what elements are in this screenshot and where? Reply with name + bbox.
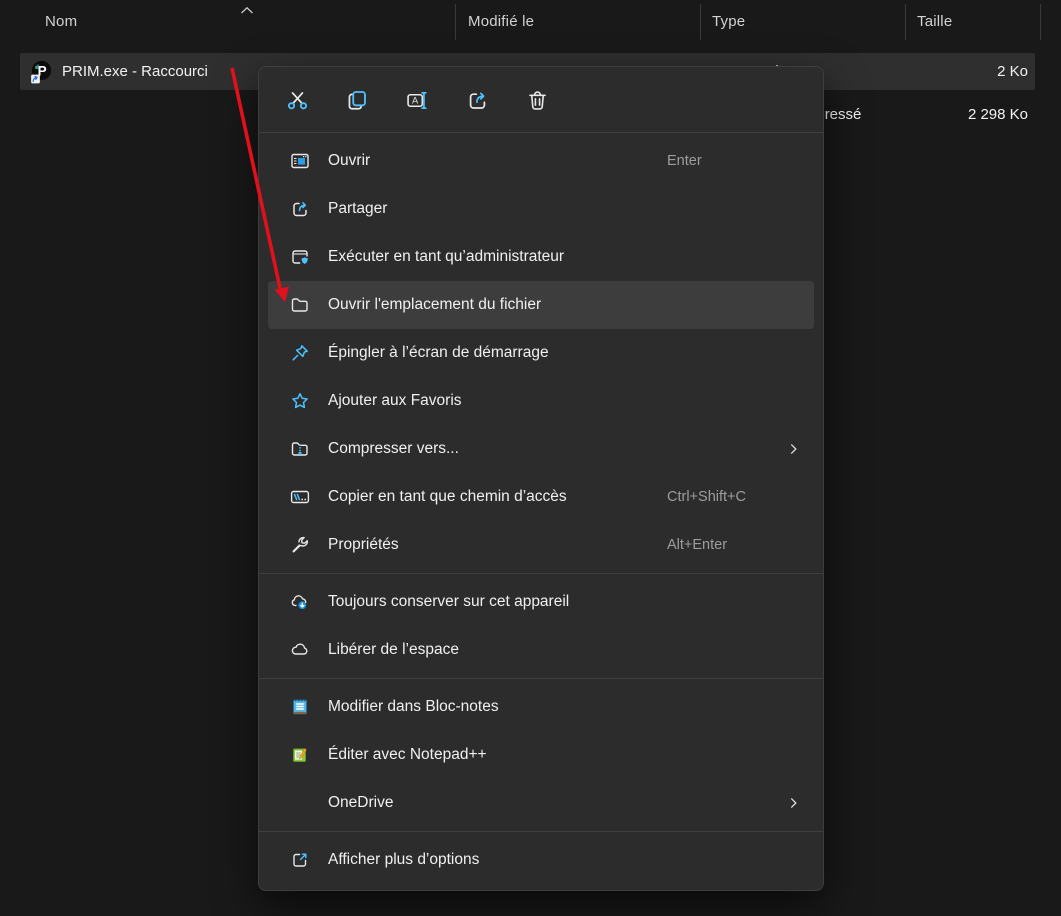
menu-item-compresser-vers[interactable]: Compresser vers... bbox=[268, 425, 814, 473]
menu-item-label: Ouvrir bbox=[328, 152, 370, 170]
file-explorer-view: Nom Modifié le Type Taille P PRIM.exe - … bbox=[0, 0, 1061, 916]
menu-item-label: Propriétés bbox=[328, 536, 399, 554]
notepad-plus-plus-icon bbox=[290, 745, 310, 765]
zip-folder-icon bbox=[290, 439, 310, 459]
cut-button[interactable] bbox=[276, 80, 318, 120]
svg-text:A: A bbox=[411, 95, 418, 105]
menu-group-apps: Modifier dans Bloc-notes Éditer avec Not… bbox=[259, 683, 823, 827]
menu-separator bbox=[259, 678, 823, 679]
menu-item-ouvrir[interactable]: Ouvrir Enter bbox=[268, 137, 814, 185]
share-button[interactable] bbox=[456, 80, 498, 120]
column-divider[interactable] bbox=[905, 4, 906, 40]
menu-item-ajouter-favoris[interactable]: Ajouter aux Favoris bbox=[268, 377, 814, 425]
icon-placeholder bbox=[290, 793, 310, 813]
menu-item-label: Compresser vers... bbox=[328, 440, 459, 458]
menu-item-editer-notepadpp[interactable]: Éditer avec Notepad++ bbox=[268, 731, 814, 779]
menu-item-liberer-espace[interactable]: Libérer de l’espace bbox=[268, 626, 814, 674]
menu-item-label: Partager bbox=[328, 200, 387, 218]
column-divider[interactable] bbox=[1040, 4, 1041, 40]
rename-button[interactable]: A bbox=[396, 80, 438, 120]
admin-shield-icon bbox=[290, 247, 310, 267]
column-header-type[interactable]: Type bbox=[712, 13, 745, 30]
folder-icon bbox=[290, 295, 310, 315]
menu-item-label: Exécuter en tant qu’administrateur bbox=[328, 248, 564, 266]
menu-item-ouvrir-emplacement[interactable]: Ouvrir l'emplacement du fichier bbox=[268, 281, 814, 329]
sort-ascending-icon bbox=[240, 2, 254, 20]
menu-item-modifier-bloc-notes[interactable]: Modifier dans Bloc-notes bbox=[268, 683, 814, 731]
file-name: PRIM.exe - Raccourci bbox=[62, 53, 208, 90]
wrench-icon bbox=[290, 535, 310, 555]
prim-file-icon: P bbox=[28, 59, 53, 84]
menu-item-copier-chemin[interactable]: Copier en tant que chemin d’accès Ctrl+S… bbox=[268, 473, 814, 521]
context-menu: A bbox=[258, 66, 824, 891]
menu-item-label: Modifier dans Bloc-notes bbox=[328, 698, 499, 716]
menu-item-proprietes[interactable]: Propriétés Alt+Enter bbox=[268, 521, 814, 569]
open-window-icon bbox=[290, 151, 310, 171]
column-header-modifie[interactable]: Modifié le bbox=[468, 13, 534, 30]
menu-separator bbox=[259, 573, 823, 574]
submenu-chevron-icon bbox=[786, 796, 801, 811]
menu-item-label: OneDrive bbox=[328, 794, 393, 812]
rename-icon: A bbox=[406, 89, 429, 112]
star-icon bbox=[290, 391, 310, 411]
shortcut-label: Alt+Enter bbox=[667, 537, 727, 553]
show-more-icon bbox=[290, 850, 310, 870]
menu-group-main: Ouvrir Enter Partager bbox=[259, 137, 823, 569]
share-icon bbox=[466, 89, 489, 112]
cut-icon bbox=[286, 89, 309, 112]
menu-group-more: Afficher plus d’options bbox=[259, 836, 823, 884]
shortcut-badge-icon bbox=[31, 75, 40, 84]
share-icon bbox=[290, 199, 310, 219]
column-divider[interactable] bbox=[455, 4, 456, 40]
shortcut-label: Ctrl+Shift+C bbox=[667, 489, 746, 505]
column-header-taille[interactable]: Taille bbox=[917, 13, 952, 30]
menu-item-partager[interactable]: Partager bbox=[268, 185, 814, 233]
column-header-nom[interactable]: Nom bbox=[45, 13, 77, 30]
menu-item-epingler-demarrage[interactable]: Épingler à l’écran de démarrage bbox=[268, 329, 814, 377]
menu-item-label: Éditer avec Notepad++ bbox=[328, 746, 487, 764]
file-size: 2 298 Ko bbox=[968, 97, 1028, 133]
pin-icon bbox=[290, 343, 310, 363]
menu-item-label: Ajouter aux Favoris bbox=[328, 392, 462, 410]
menu-separator bbox=[259, 831, 823, 832]
notepad-icon bbox=[290, 697, 310, 717]
context-menu-toolbar: A bbox=[259, 72, 823, 128]
column-divider[interactable] bbox=[700, 4, 701, 40]
menu-item-executer-admin[interactable]: Exécuter en tant qu’administrateur bbox=[268, 233, 814, 281]
cloud-icon bbox=[290, 640, 310, 660]
menu-item-toujours-conserver[interactable]: Toujours conserver sur cet appareil bbox=[268, 578, 814, 626]
menu-separator bbox=[259, 132, 823, 133]
submenu-chevron-icon bbox=[786, 442, 801, 457]
menu-item-onedrive[interactable]: OneDrive bbox=[268, 779, 814, 827]
menu-item-label: Libérer de l’espace bbox=[328, 641, 459, 659]
copy-button[interactable] bbox=[336, 80, 378, 120]
delete-button[interactable] bbox=[516, 80, 558, 120]
menu-item-label: Épingler à l’écran de démarrage bbox=[328, 344, 549, 362]
menu-group-onedrive-state: Toujours conserver sur cet appareil Libé… bbox=[259, 578, 823, 674]
cloud-download-icon bbox=[290, 592, 310, 612]
shortcut-label: Enter bbox=[667, 153, 702, 169]
delete-icon bbox=[526, 89, 549, 112]
menu-item-afficher-plus-options[interactable]: Afficher plus d’options bbox=[268, 836, 814, 884]
menu-item-label: Copier en tant que chemin d’accès bbox=[328, 488, 567, 506]
menu-item-label: Afficher plus d’options bbox=[328, 851, 479, 869]
menu-item-label: Ouvrir l'emplacement du fichier bbox=[328, 296, 541, 314]
menu-item-label: Toujours conserver sur cet appareil bbox=[328, 593, 569, 611]
copy-path-icon bbox=[290, 487, 310, 507]
copy-icon bbox=[346, 89, 369, 112]
file-size: 2 Ko bbox=[997, 53, 1028, 90]
